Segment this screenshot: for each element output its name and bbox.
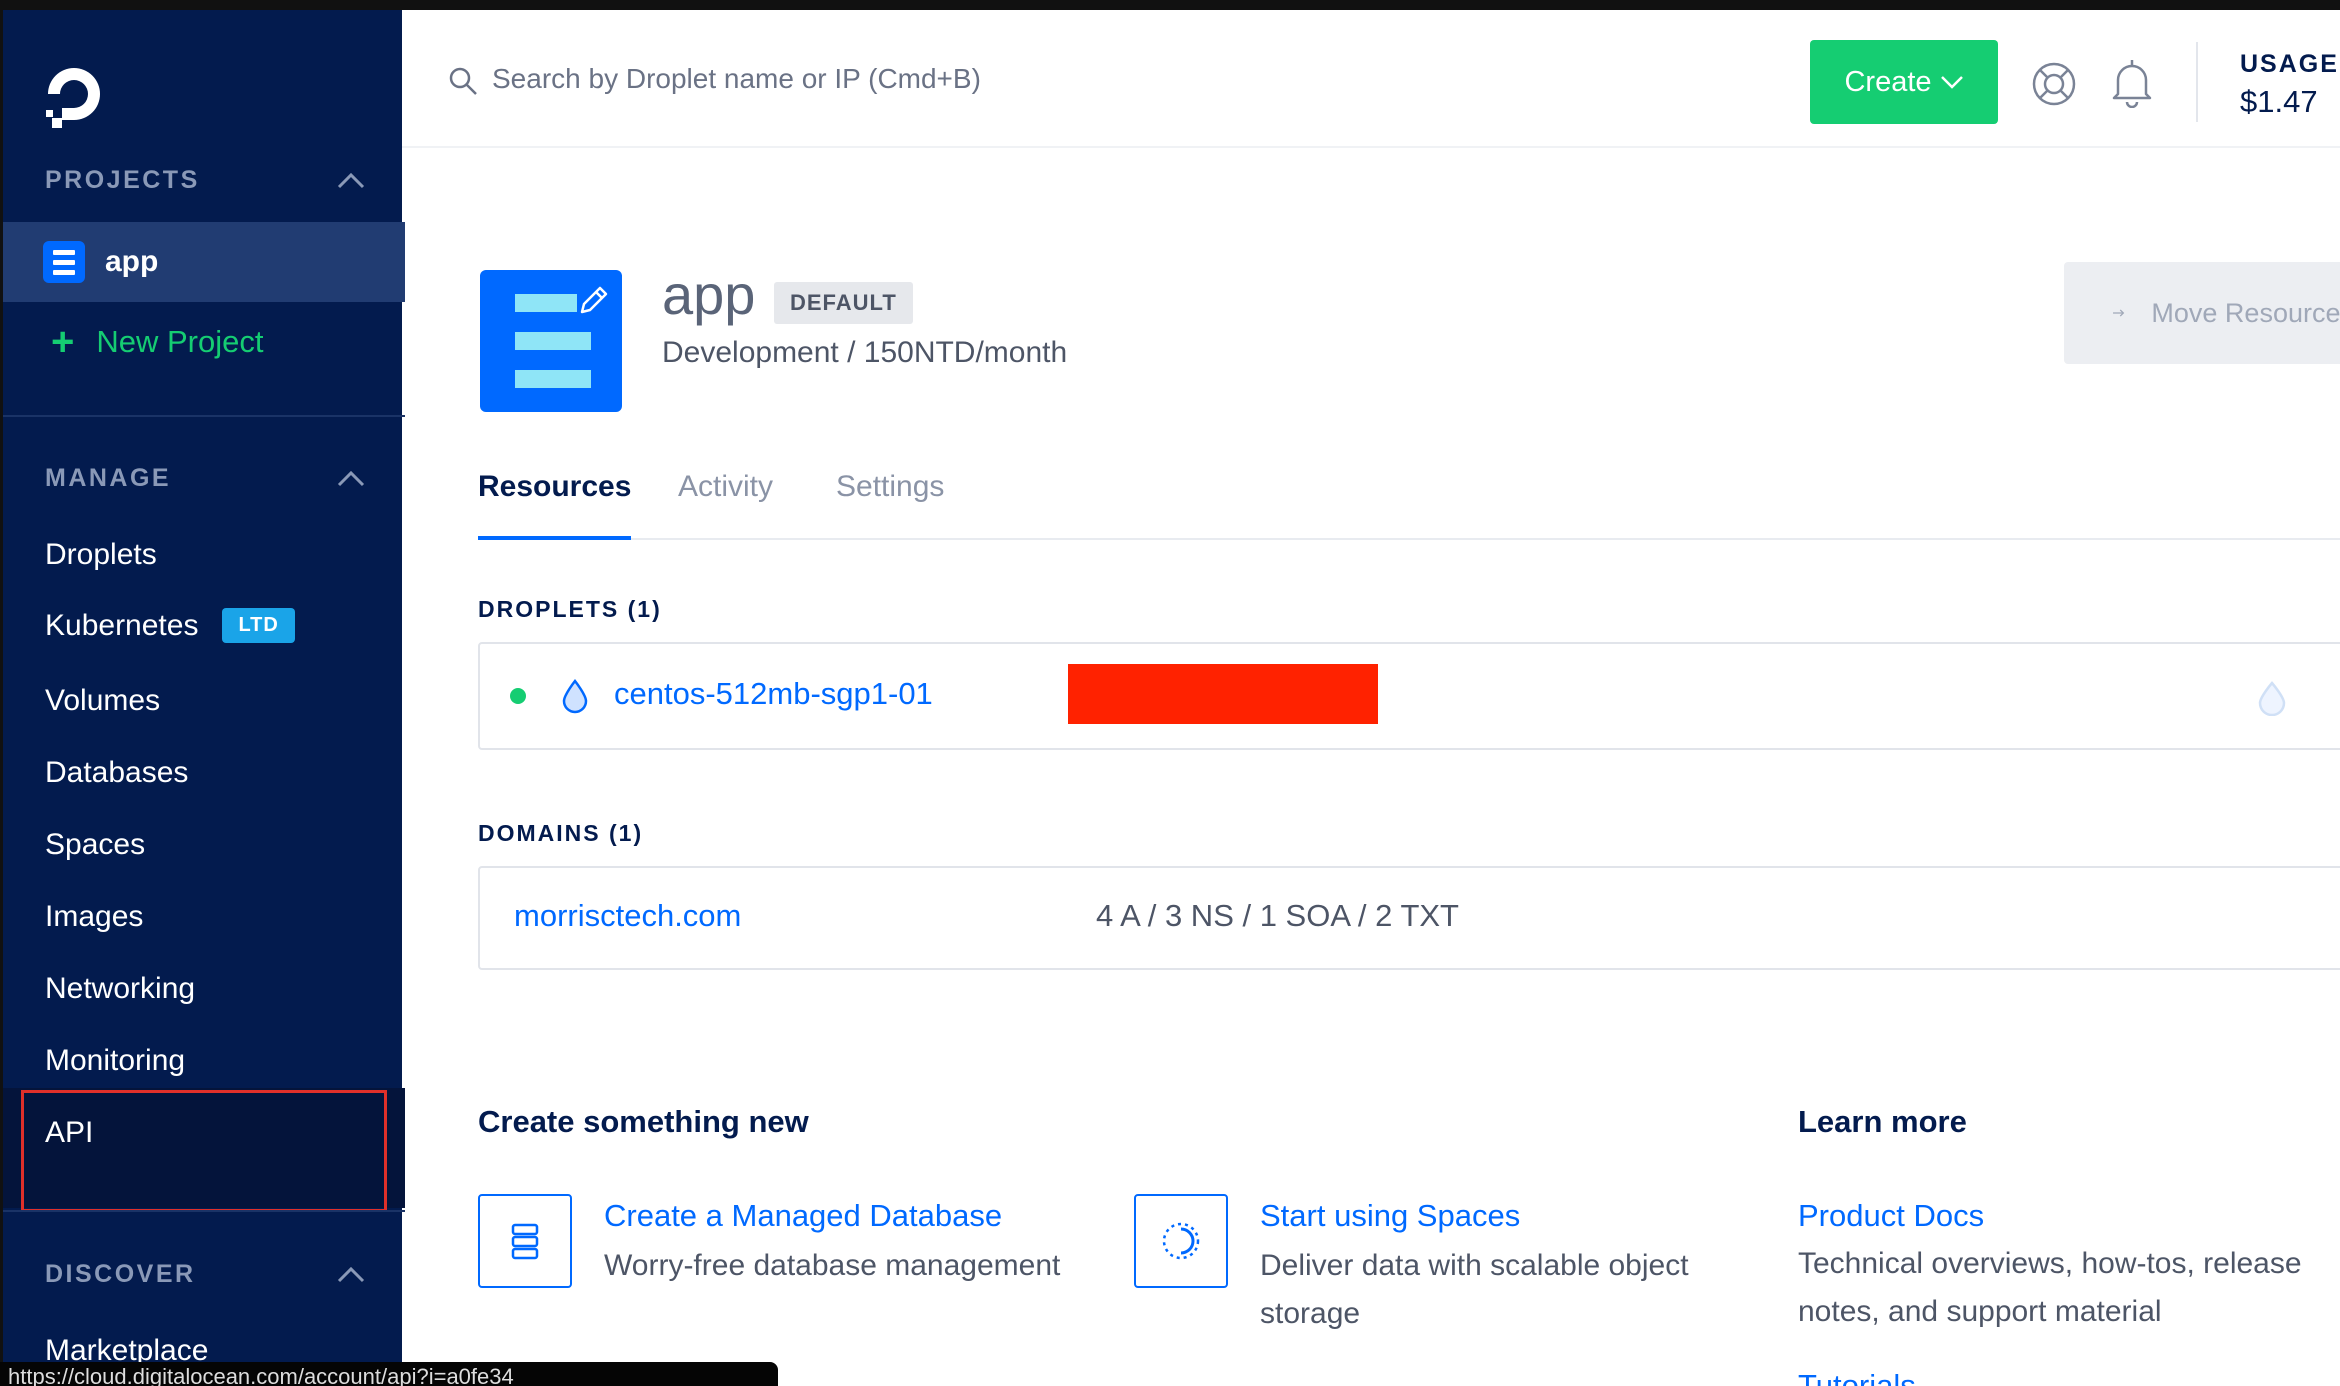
search-input[interactable] <box>492 56 1192 102</box>
domain-name-link[interactable]: morrisctech.com <box>514 898 741 934</box>
new-project-link[interactable]: + New Project <box>51 322 263 362</box>
product-docs-desc: Technical overviews, how-tos, release no… <box>1798 1247 2302 1328</box>
dns-records-summary: 4 A / 3 NS / 1 SOA / 2 TXT <box>1096 898 1459 933</box>
project-avatar[interactable] <box>480 270 622 412</box>
chevron-up-icon[interactable] <box>337 171 365 189</box>
sidebar-item-monitoring[interactable]: Monitoring <box>45 1044 185 1078</box>
sidebar-divider <box>3 415 405 417</box>
sidebar-item-label: Images <box>45 900 144 933</box>
tab-activity[interactable]: Activity <box>678 470 773 540</box>
sidebar-item-label: Networking <box>45 972 196 1005</box>
product-docs-link[interactable]: Product Docs <box>1798 1198 1984 1234</box>
manage-section-header[interactable]: MANAGE <box>45 458 365 498</box>
move-resources-label: Move Resources <box>2151 297 2340 328</box>
sidebar-project-app[interactable]: app <box>3 222 405 302</box>
project-tabs: Resources Activity Settings <box>478 470 2340 540</box>
plus-icon: + <box>51 320 75 364</box>
move-resources-button[interactable]: Move Resources <box>2064 262 2340 364</box>
help-lifebuoy-icon[interactable] <box>2030 60 2078 108</box>
sidebar-item-label: Kubernetes <box>45 608 199 642</box>
sidebar-item-networking[interactable]: Networking <box>45 972 195 1006</box>
chevron-up-icon[interactable] <box>337 469 365 487</box>
sidebar-item-droplets[interactable]: Droplets <box>45 538 157 572</box>
tab-settings[interactable]: Settings <box>836 470 944 540</box>
sidebar-item-label: Monitoring <box>45 1044 186 1077</box>
sidebar-item-images[interactable]: Images <box>45 900 143 934</box>
spaces-desc: Deliver data with scalable object storag… <box>1260 1249 1689 1330</box>
redacted-ip <box>1068 664 1378 724</box>
droplets-header: DROPLETS (1) <box>478 596 662 622</box>
sidebar-item-label: Volumes <box>45 684 161 717</box>
sidebar-item-volumes[interactable]: Volumes <box>45 684 160 718</box>
sidebar: PROJECTS app + New Project MANAGE Drople… <box>0 10 405 1386</box>
sidebar-item-label: Droplets <box>45 538 157 571</box>
sidebar-item-label: Spaces <box>45 828 146 861</box>
spaces-icon[interactable] <box>1134 1194 1228 1288</box>
tab-resources[interactable]: Resources <box>478 470 632 540</box>
domain-row[interactable]: morrisctech.com 4 A / 3 NS / 1 SOA / 2 T… <box>478 866 2340 970</box>
pencil-edit-icon[interactable] <box>576 282 612 318</box>
create-button[interactable]: Create <box>1810 40 1998 124</box>
usage-label: USAGE <box>2240 50 2339 78</box>
header-separator <box>2196 42 2198 122</box>
project-subtitle: Development / 150NTD/month <box>662 336 1068 369</box>
discover-header-label: DISCOVER <box>45 1259 196 1288</box>
sidebar-divider <box>3 1210 405 1212</box>
create-managed-database-link[interactable]: Create a Managed Database <box>604 1198 1002 1234</box>
manage-header-label: MANAGE <box>45 463 172 492</box>
chevron-up-icon[interactable] <box>337 1265 365 1283</box>
projects-section-header[interactable]: PROJECTS <box>45 160 365 200</box>
new-project-label: New Project <box>96 324 264 359</box>
droplet-action-icon[interactable] <box>2256 680 2288 716</box>
api-highlight-box <box>21 1090 387 1212</box>
status-dot-active <box>510 688 526 704</box>
bell-icon[interactable] <box>2108 56 2156 108</box>
create-something-new-header: Create something new <box>478 1104 809 1139</box>
top-header: Create USAGE $1.47 <box>402 10 2340 148</box>
page-title: app <box>662 263 756 326</box>
chevron-down-icon <box>1940 76 1963 89</box>
sidebar-item-spaces[interactable]: Spaces <box>45 828 145 862</box>
droplet-row[interactable]: centos-512mb-sgp1-01 <box>478 642 2340 750</box>
database-icon[interactable] <box>478 1194 572 1288</box>
create-button-label: Create <box>1844 65 1932 98</box>
sidebar-item-kubernetes[interactable]: Kubernetes LTD <box>45 608 295 643</box>
search-icon <box>449 67 477 95</box>
managed-database-desc: Worry-free database management <box>604 1249 1061 1282</box>
digitalocean-logo-icon[interactable] <box>43 60 105 130</box>
droplet-icon <box>562 678 588 714</box>
learn-more-header: Learn more <box>1798 1104 1967 1139</box>
arrow-right-icon <box>2113 309 2125 317</box>
projects-header-label: PROJECTS <box>45 165 200 194</box>
discover-section-header[interactable]: DISCOVER <box>45 1254 365 1294</box>
browser-status-url: https://cloud.digitalocean.com/account/a… <box>0 1362 778 1386</box>
tutorials-link[interactable]: Tutorials <box>1798 1368 1916 1386</box>
ltd-badge: LTD <box>222 608 295 643</box>
usage-value[interactable]: $1.47 <box>2240 84 2318 120</box>
project-list-icon <box>43 241 85 283</box>
domains-header: DOMAINS (1) <box>478 820 644 846</box>
droplet-name-link[interactable]: centos-512mb-sgp1-01 <box>614 676 933 712</box>
sidebar-item-label: Databases <box>45 756 189 789</box>
sidebar-project-name: app <box>105 245 159 278</box>
start-using-spaces-link[interactable]: Start using Spaces <box>1260 1198 1520 1234</box>
default-badge: DEFAULT <box>774 282 913 324</box>
window-top-strip <box>0 0 2340 10</box>
sidebar-item-databases[interactable]: Databases <box>45 756 188 790</box>
